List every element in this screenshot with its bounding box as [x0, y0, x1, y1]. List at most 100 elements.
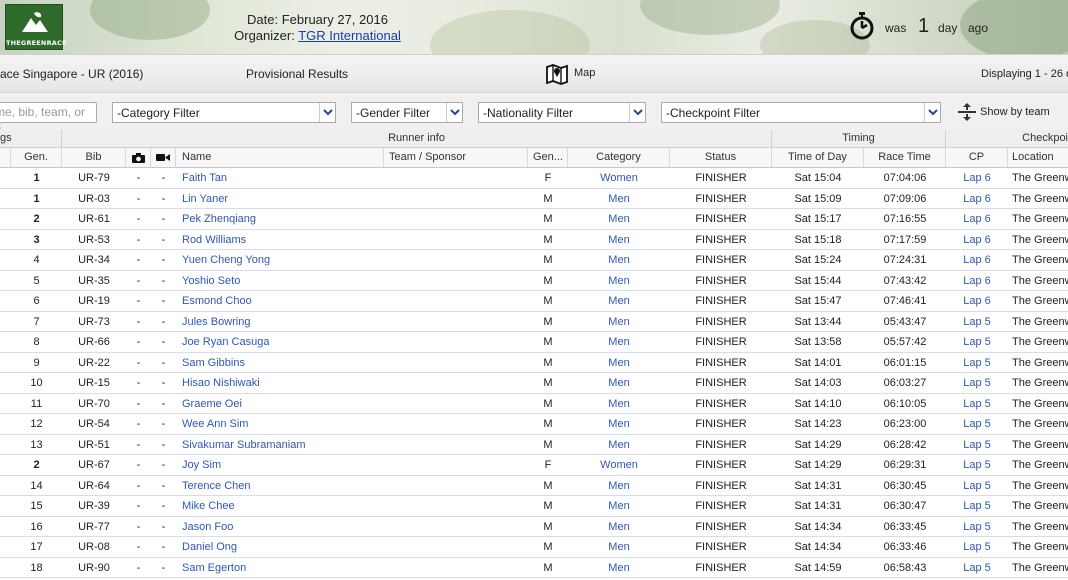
runner-name-link[interactable]: Hisao Nishiwaki	[182, 373, 382, 393]
runner-name-link[interactable]: Sam Gibbins	[182, 353, 382, 373]
checkpoint-link[interactable]: Lap 5	[946, 394, 1008, 414]
checkpoint-link[interactable]: Lap 5	[946, 455, 1008, 475]
nationality-filter[interactable]: -Nationality Filter	[478, 102, 646, 123]
table-row[interactable]: 18 UR-90 - - Sam Egerton M Men FINISHER …	[0, 558, 1068, 578]
category-link[interactable]: Men	[568, 230, 670, 250]
category-link[interactable]: Women	[568, 168, 670, 188]
table-row[interactable]: 1 UR-79 - - Faith Tan F Women FINISHER S…	[0, 168, 1068, 189]
table-row[interactable]: 17 UR-08 - - Daniel Ong M Men FINISHER S…	[0, 537, 1068, 558]
runner-name-link[interactable]: Jason Foo	[182, 517, 382, 537]
checkpoint-link[interactable]: Lap 6	[946, 291, 1008, 311]
runner-name-link[interactable]: Wee Ann Sim	[182, 414, 382, 434]
checkpoint-link[interactable]: Lap 5	[946, 496, 1008, 516]
table-row[interactable]: 11 UR-70 - - Graeme Oei M Men FINISHER S…	[0, 394, 1068, 414]
category-link[interactable]: Men	[568, 558, 670, 578]
runner-name-link[interactable]: Mike Chee	[182, 496, 382, 516]
table-row[interactable]: 2 UR-67 - - Joy Sim F Women FINISHER Sat…	[0, 455, 1068, 476]
table-row[interactable]: 1 UR-03 - - Lin Yaner M Men FINISHER Sat…	[0, 189, 1068, 209]
checkpoint-link[interactable]: Lap 5	[946, 517, 1008, 537]
column-header-location[interactable]: Location	[1008, 148, 1068, 168]
category-link[interactable]: Men	[568, 537, 670, 557]
table-row[interactable]: 5 UR-35 - - Yoshio Seto M Men FINISHER S…	[0, 271, 1068, 291]
show-by-team-toggle[interactable]: Show by team	[957, 102, 1050, 123]
checkpoint-link[interactable]: Lap 5	[946, 312, 1008, 332]
category-link[interactable]: Men	[568, 435, 670, 455]
runner-name-link[interactable]: Daniel Ong	[182, 537, 382, 557]
table-row[interactable]: 14 UR-64 - - Terence Chen M Men FINISHER…	[0, 476, 1068, 496]
map-button[interactable]: Map	[545, 62, 595, 86]
gender-filter[interactable]: -Gender Filter	[351, 102, 463, 123]
category-link[interactable]: Men	[568, 209, 670, 229]
category-link[interactable]: Men	[568, 271, 670, 291]
runner-name-link[interactable]: Faith Tan	[182, 168, 382, 188]
table-row[interactable]: 13 UR-51 - - Sivakumar Subramaniam M Men…	[0, 435, 1068, 455]
checkpoint-link[interactable]: Lap 6	[946, 168, 1008, 188]
checkpoint-filter[interactable]: -Checkpoint Filter	[661, 102, 941, 123]
column-header-rank[interactable]	[0, 148, 11, 168]
category-link[interactable]: Men	[568, 373, 670, 393]
category-link[interactable]: Men	[568, 414, 670, 434]
runner-name-link[interactable]: Joe Ryan Casuga	[182, 332, 382, 352]
column-header-name[interactable]: Name	[176, 148, 384, 168]
organizer-link[interactable]: TGR International	[298, 28, 401, 43]
table-row[interactable]: 10 UR-15 - - Hisao Nishiwaki M Men FINIS…	[0, 373, 1068, 394]
search-input[interactable]: me, bib, team, or s	[0, 102, 97, 133]
checkpoint-link[interactable]: Lap 5	[946, 414, 1008, 434]
table-row[interactable]: 15 UR-39 - - Mike Chee M Men FINISHER Sa…	[0, 496, 1068, 517]
category-link[interactable]: Men	[568, 250, 670, 270]
runner-name-link[interactable]: Esmond Choo	[182, 291, 382, 311]
checkpoint-link[interactable]: Lap 6	[946, 209, 1008, 229]
runner-name-link[interactable]: Sam Egerton	[182, 558, 382, 578]
runner-name-link[interactable]: Graeme Oei	[182, 394, 382, 414]
checkpoint-link[interactable]: Lap 5	[946, 332, 1008, 352]
runner-name-link[interactable]: Yoshio Seto	[182, 271, 382, 291]
site-logo[interactable]: THEGREENRACE	[5, 4, 66, 50]
table-row[interactable]: 12 UR-54 - - Wee Ann Sim M Men FINISHER …	[0, 414, 1068, 435]
table-row[interactable]: 7 UR-73 - - Jules Bowring M Men FINISHER…	[0, 312, 1068, 332]
runner-name-link[interactable]: Lin Yaner	[182, 189, 382, 209]
runner-name-link[interactable]: Sivakumar Subramaniam	[182, 435, 382, 455]
table-row[interactable]: 3 UR-53 - - Rod Williams M Men FINISHER …	[0, 230, 1068, 250]
checkpoint-link[interactable]: Lap 6	[946, 250, 1008, 270]
column-header-time-of-day[interactable]: Time of Day	[772, 148, 864, 168]
checkpoint-link[interactable]: Lap 5	[946, 435, 1008, 455]
column-header-cp[interactable]: CP	[946, 148, 1008, 168]
column-header-status[interactable]: Status	[670, 148, 772, 168]
column-header-gen-rank[interactable]: Gen.	[11, 148, 62, 168]
category-link[interactable]: Men	[568, 496, 670, 516]
table-row[interactable]: 9 UR-22 - - Sam Gibbins M Men FINISHER S…	[0, 353, 1068, 373]
table-row[interactable]: 6 UR-19 - - Esmond Choo M Men FINISHER S…	[0, 291, 1068, 312]
runner-name-link[interactable]: Yuen Cheng Yong	[182, 250, 382, 270]
checkpoint-link[interactable]: Lap 5	[946, 373, 1008, 393]
category-link[interactable]: Men	[568, 332, 670, 352]
table-row[interactable]: 2 UR-61 - - Pek Zhenqiang M Men FINISHER…	[0, 209, 1068, 230]
runner-name-link[interactable]: Pek Zhenqiang	[182, 209, 382, 229]
runner-name-link[interactable]: Jules Bowring	[182, 312, 382, 332]
checkpoint-link[interactable]: Lap 6	[946, 230, 1008, 250]
category-filter[interactable]: -Category Filter	[112, 102, 336, 123]
checkpoint-link[interactable]: Lap 6	[946, 189, 1008, 209]
category-link[interactable]: Women	[568, 455, 670, 475]
category-link[interactable]: Men	[568, 353, 670, 373]
runner-name-link[interactable]: Terence Chen	[182, 476, 382, 496]
category-link[interactable]: Men	[568, 291, 670, 311]
table-row[interactable]: 4 UR-34 - - Yuen Cheng Yong M Men FINISH…	[0, 250, 1068, 271]
runner-name-link[interactable]: Joy Sim	[182, 455, 382, 475]
column-header-category[interactable]: Category	[568, 148, 670, 168]
checkpoint-link[interactable]: Lap 6	[946, 271, 1008, 291]
column-header-gender[interactable]: Gen...	[528, 148, 568, 168]
column-header-video[interactable]	[151, 148, 176, 168]
category-link[interactable]: Men	[568, 394, 670, 414]
column-header-team[interactable]: Team / Sponsor	[384, 148, 528, 168]
table-row[interactable]: 16 UR-77 - - Jason Foo M Men FINISHER Sa…	[0, 517, 1068, 537]
category-link[interactable]: Men	[568, 312, 670, 332]
checkpoint-link[interactable]: Lap 5	[946, 353, 1008, 373]
column-header-photo[interactable]	[126, 148, 151, 168]
category-link[interactable]: Men	[568, 476, 670, 496]
column-header-bib[interactable]: Bib	[62, 148, 126, 168]
checkpoint-link[interactable]: Lap 5	[946, 558, 1008, 578]
category-link[interactable]: Men	[568, 517, 670, 537]
checkpoint-link[interactable]: Lap 5	[946, 476, 1008, 496]
checkpoint-link[interactable]: Lap 5	[946, 537, 1008, 557]
category-link[interactable]: Men	[568, 189, 670, 209]
